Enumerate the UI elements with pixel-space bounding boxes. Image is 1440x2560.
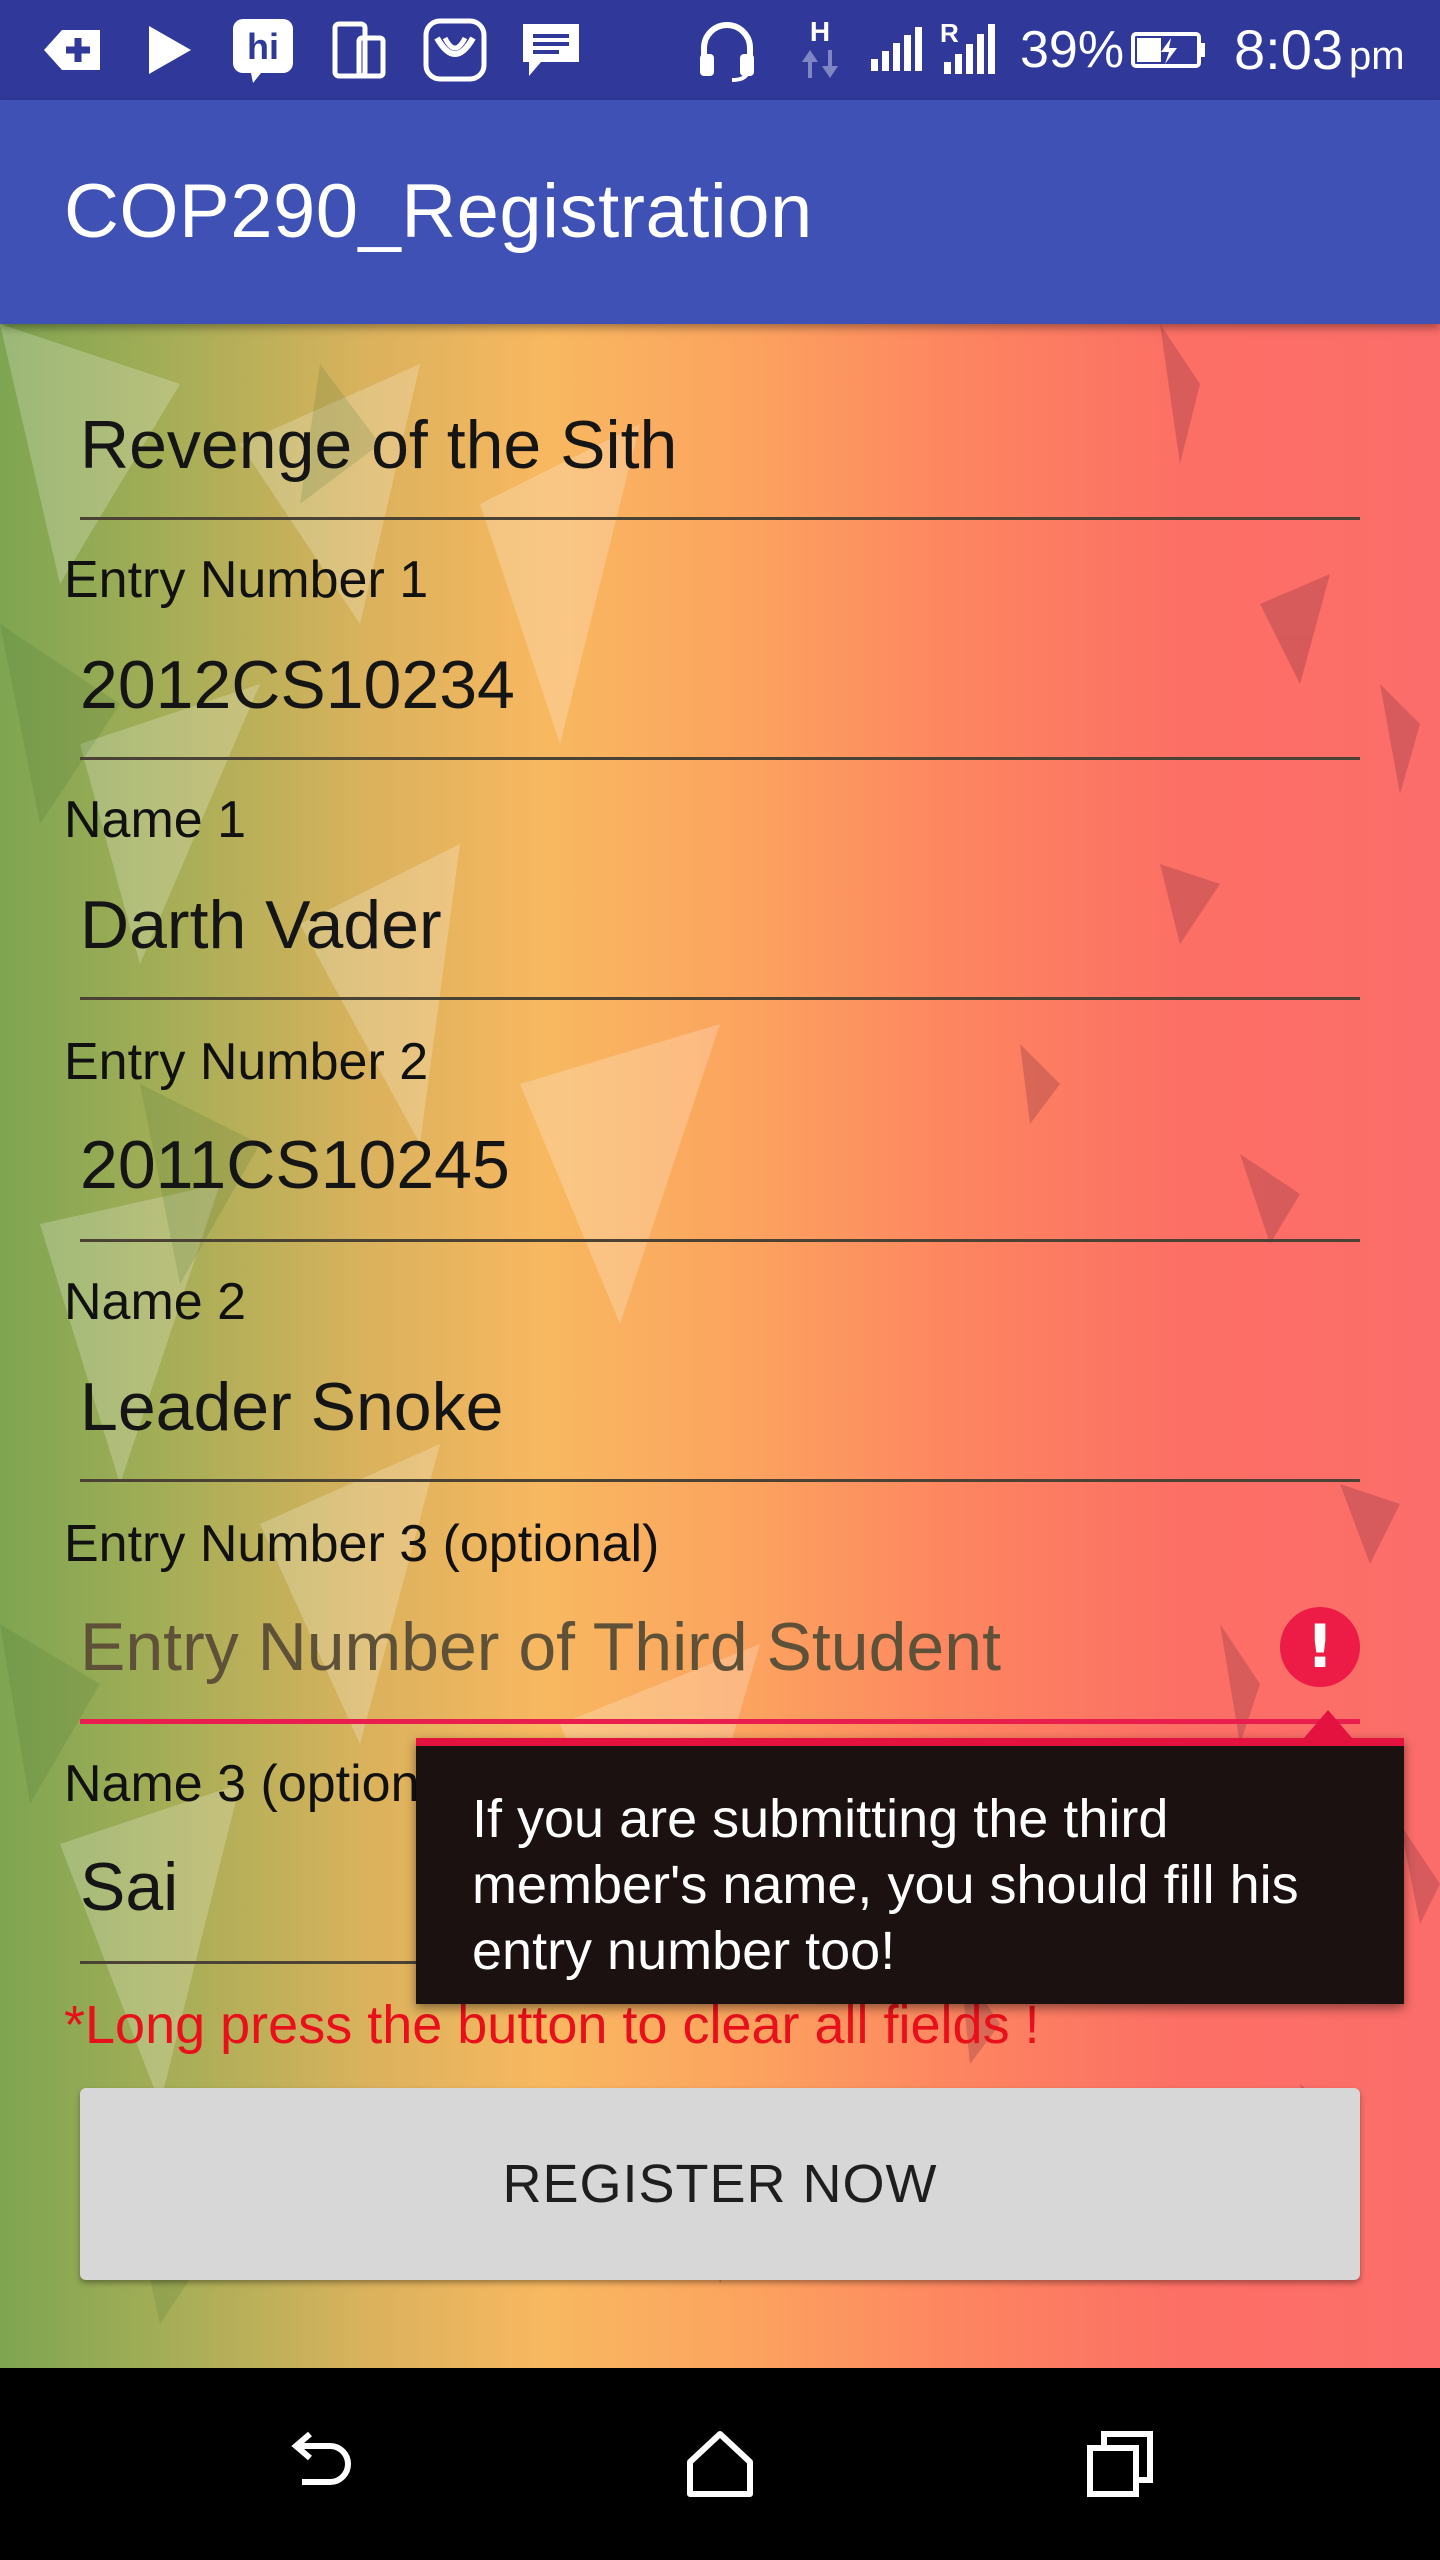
battery-percent: 39% xyxy=(1020,21,1125,79)
register-now-button[interactable]: REGISTER NOW xyxy=(80,2088,1360,2280)
data-transfer-icon: H xyxy=(792,18,848,82)
app-bar: COP290_Registration xyxy=(0,100,1440,324)
entry-number-2-field[interactable]: 2011CS10245 xyxy=(80,1115,1360,1215)
entry-number-3-label: Entry Number 3 (optional) xyxy=(64,1515,660,1573)
name-2-label: Name 2 xyxy=(64,1273,247,1331)
message-icon xyxy=(518,18,584,82)
back-icon[interactable] xyxy=(280,2424,360,2504)
name-1-label: Name 1 xyxy=(64,791,247,849)
entry-number-2-label: Entry Number 2 xyxy=(64,1033,429,1091)
name-1-underline xyxy=(80,997,1360,1000)
app-notification-icon xyxy=(40,18,104,82)
headset-icon xyxy=(694,18,760,82)
home-icon[interactable] xyxy=(680,2424,760,2504)
play-icon xyxy=(140,18,200,82)
registration-form: Revenge of the Sith Entry Number 1 2012C… xyxy=(0,324,1440,2368)
signal-icon xyxy=(868,18,930,82)
hike-icon: hi xyxy=(228,18,298,83)
entry-number-3-field[interactable]: Entry Number of Third Student xyxy=(80,1597,1220,1697)
entry-number-2-underline xyxy=(80,1239,1360,1242)
error-tooltip: If you are submitting the third member's… xyxy=(416,1738,1404,2004)
roaming-signal-icon: R xyxy=(940,18,1006,82)
network-h-label: H xyxy=(809,16,831,47)
error-tooltip-arrow xyxy=(1304,1710,1352,1738)
navigation-bar xyxy=(0,2368,1440,2560)
name-2-underline xyxy=(80,1479,1360,1482)
svg-text:hi: hi xyxy=(247,26,279,67)
low-poly-background xyxy=(0,324,1440,2324)
app-title: COP290_Registration xyxy=(64,169,813,254)
team-name-underline xyxy=(80,517,1360,520)
recent-apps-icon[interactable] xyxy=(1080,2424,1160,2504)
clock-suffix: pm xyxy=(1349,34,1405,78)
clock-time: 8:03 xyxy=(1234,18,1343,81)
error-icon: ! xyxy=(1280,1607,1360,1687)
name-1-field[interactable]: Darth Vader xyxy=(80,875,1360,975)
network-r-label: R xyxy=(940,18,959,48)
entry-number-1-label: Entry Number 1 xyxy=(64,551,429,609)
status-clock: 8:03 pm xyxy=(1234,18,1405,82)
team-name-field[interactable]: Revenge of the Sith xyxy=(80,395,1360,495)
battery-charging-icon xyxy=(1130,18,1208,82)
status-bar: hi H R 39% 8:03 pm xyxy=(0,0,1440,100)
name-2-field[interactable]: Leader Snoke xyxy=(80,1357,1360,1457)
entry-number-3-underline xyxy=(80,1719,1360,1724)
entry-number-1-underline xyxy=(80,757,1360,760)
screen-mirror-icon xyxy=(326,18,392,82)
entry-number-1-field[interactable]: 2012CS10234 xyxy=(80,635,1360,735)
saavn-icon xyxy=(420,18,490,82)
